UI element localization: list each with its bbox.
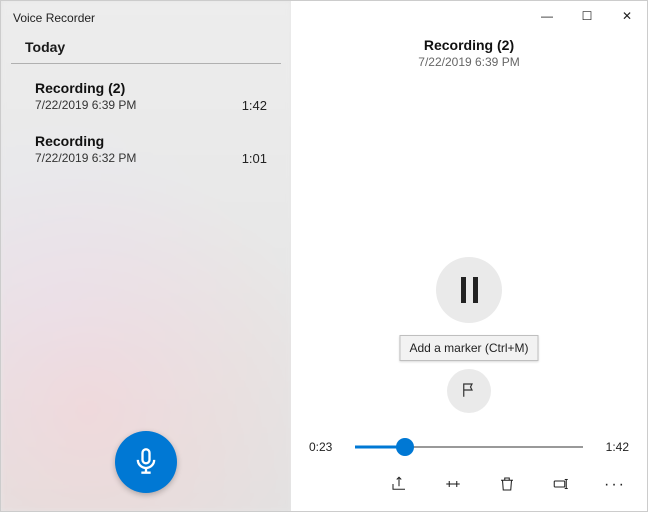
delete-button[interactable]: [495, 473, 519, 497]
more-button[interactable]: ···: [603, 473, 627, 497]
voice-recorder-window: Voice Recorder Today Recording (2) 7/22/…: [0, 0, 648, 512]
recording-duration: 1:42: [242, 98, 267, 113]
rename-icon: [552, 475, 570, 496]
recording-list-item[interactable]: Recording (2) 7/22/2019 6:39 PM 1:42: [1, 70, 291, 123]
recording-name: Recording (2): [35, 80, 125, 96]
left-content: Voice Recorder Today Recording (2) 7/22/…: [1, 1, 291, 511]
detail-panel: — ☐ ✕ Recording (2) 7/22/2019 6:39 PM Ad…: [291, 1, 647, 511]
recording-subtitle: 7/22/2019 6:39 PM: [291, 55, 647, 69]
share-icon: [390, 475, 408, 496]
pause-button[interactable]: [436, 257, 502, 323]
recording-header: Recording (2) 7/22/2019 6:39 PM: [291, 37, 647, 69]
trash-icon: [498, 475, 516, 496]
total-time: 1:42: [593, 440, 629, 454]
trim-button[interactable]: [441, 473, 465, 497]
rename-button[interactable]: [549, 473, 573, 497]
microphone-icon: [132, 447, 160, 478]
marker-tooltip: Add a marker (Ctrl+M): [399, 335, 538, 361]
section-header-today: Today: [11, 29, 281, 64]
seek-track[interactable]: [355, 437, 583, 457]
seek-thumb[interactable]: [396, 438, 414, 456]
recording-list-item[interactable]: Recording 7/22/2019 6:32 PM 1:01: [1, 123, 291, 176]
title-bar: — ☐ ✕: [291, 1, 647, 31]
recording-title: Recording (2): [291, 37, 647, 53]
app-title: Voice Recorder: [1, 1, 291, 29]
current-time: 0:23: [309, 440, 345, 454]
recording-duration: 1:01: [242, 151, 267, 166]
minimize-icon: —: [541, 9, 553, 23]
action-toolbar: ···: [291, 465, 647, 511]
more-icon: ···: [604, 477, 626, 493]
maximize-button[interactable]: ☐: [567, 2, 607, 30]
recording-datetime: 7/22/2019 6:32 PM: [35, 151, 136, 166]
close-icon: ✕: [622, 9, 632, 23]
close-button[interactable]: ✕: [607, 2, 647, 30]
recording-name: Recording: [35, 133, 104, 149]
recording-datetime: 7/22/2019 6:39 PM: [35, 98, 136, 113]
recordings-panel: Voice Recorder Today Recording (2) 7/22/…: [1, 1, 291, 511]
add-marker-button[interactable]: [447, 369, 491, 413]
record-button[interactable]: [115, 431, 177, 493]
trim-icon: [444, 475, 462, 496]
playback-area: Add a marker (Ctrl+M): [291, 69, 647, 437]
seek-bar: 0:23 1:42: [291, 437, 647, 457]
flag-icon: [460, 381, 478, 402]
pause-icon: [461, 277, 478, 303]
share-button[interactable]: [387, 473, 411, 497]
maximize-icon: ☐: [582, 9, 593, 23]
minimize-button[interactable]: —: [527, 2, 567, 30]
